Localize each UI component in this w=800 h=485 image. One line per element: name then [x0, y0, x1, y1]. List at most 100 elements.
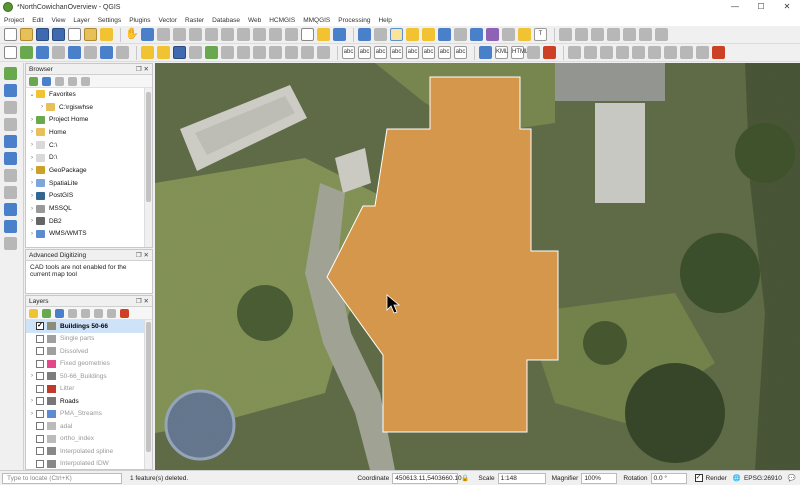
select-by-value-icon[interactable] — [406, 28, 419, 41]
add-postgis-icon[interactable] — [4, 152, 17, 165]
expand-arrow-icon[interactable]: › — [28, 373, 36, 379]
pan-map-icon[interactable]: ✋ — [125, 28, 139, 41]
layer-item[interactable]: › 50-66_Buildings — [26, 370, 152, 383]
browser-item[interactable]: › GeoPackage — [26, 164, 152, 177]
zoom-next-icon[interactable] — [285, 28, 298, 41]
layer-visibility-checkbox[interactable] — [36, 434, 44, 443]
render-checkbox[interactable]: ✓ — [694, 474, 703, 482]
scale-combo[interactable]: 1:148 — [497, 472, 546, 484]
layer-item[interactable]: ortho_index — [26, 433, 152, 446]
menu-web[interactable]: Web — [248, 17, 261, 24]
layer-visibility-checkbox[interactable] — [36, 447, 44, 456]
pan-to-selection-icon[interactable] — [141, 28, 154, 41]
zoom-in-icon[interactable] — [157, 28, 170, 41]
browser-item[interactable]: › WMS/WMTS — [26, 228, 152, 241]
field-calculator-icon[interactable] — [454, 28, 467, 41]
add-polygon-icon[interactable] — [205, 46, 218, 59]
menu-vector[interactable]: Vector — [159, 17, 177, 24]
label-abc-7-icon[interactable]: abc — [438, 46, 451, 59]
expand-arrow-icon[interactable]: › — [28, 206, 36, 212]
delete-selected-icon[interactable] — [237, 46, 250, 59]
menu-edit[interactable]: Edit — [32, 17, 43, 24]
add-wcs-layer-icon[interactable] — [4, 220, 17, 233]
save-project-icon[interactable] — [36, 28, 49, 41]
paste-features-icon[interactable] — [285, 46, 298, 59]
advanced-edit-3-icon[interactable] — [600, 46, 613, 59]
redo-icon[interactable] — [317, 46, 330, 59]
current-edits-icon[interactable] — [141, 46, 154, 59]
layer-visibility-checkbox[interactable] — [36, 384, 44, 393]
messages-icon[interactable]: 💬 — [788, 474, 796, 482]
menu-layer[interactable]: Layer — [73, 17, 89, 24]
coordinate-field[interactable]: 450613.11,5403660.10 — [392, 472, 462, 484]
statistics-icon[interactable] — [486, 28, 499, 41]
menu-mmqgis[interactable]: MMQGIS — [303, 17, 330, 24]
layer-item[interactable]: adal — [26, 420, 152, 433]
rotate-label-icon[interactable] — [623, 28, 636, 41]
layer-item[interactable]: ✓ Buildings 50-66 — [26, 320, 152, 333]
advanced-edit-7-icon[interactable] — [664, 46, 677, 59]
panel-float-close-icon[interactable]: ❐ ✕ — [136, 65, 149, 73]
text-annotation-icon[interactable]: T — [534, 28, 547, 41]
expand-arrow-icon[interactable]: › — [28, 398, 36, 404]
label-abc-icon[interactable]: abc — [342, 46, 355, 59]
menu-project[interactable]: Project — [4, 17, 24, 24]
rotation-spinbox[interactable]: 0.0 ° — [650, 472, 687, 484]
filter-legend-icon[interactable] — [68, 308, 77, 318]
advanced-edit-2-icon[interactable] — [584, 46, 597, 59]
add-wms-layer-icon[interactable] — [4, 203, 17, 216]
layer-item[interactable]: Fixed geometries — [26, 358, 152, 371]
add-wfs-layer-icon[interactable] — [4, 237, 17, 250]
expand-arrow-icon[interactable]: › — [28, 218, 36, 224]
crs-label[interactable]: EPSG:26910 — [744, 475, 782, 482]
open-layer-styling-icon[interactable] — [29, 308, 38, 318]
menu-database[interactable]: Database — [212, 17, 240, 24]
digitize-with-segment-icon[interactable] — [189, 46, 202, 59]
new-layer-icon[interactable] — [4, 46, 17, 59]
new-project-icon[interactable] — [4, 28, 17, 41]
layer-item[interactable]: › PMA_Streams — [26, 408, 152, 421]
expand-arrow-icon[interactable]: › — [28, 180, 36, 186]
map-canvas[interactable] — [155, 63, 800, 470]
label-abc-4-icon[interactable]: abc — [390, 46, 403, 59]
filter-browser-icon[interactable] — [55, 76, 64, 86]
browser-item[interactable]: › C:\rgiswhse — [26, 101, 152, 114]
add-mesh-layer-icon[interactable] — [4, 101, 17, 114]
zoom-native-icon[interactable] — [253, 28, 266, 41]
expand-arrow-icon[interactable]: › — [28, 411, 36, 417]
select-features-icon[interactable] — [390, 28, 403, 41]
menu-raster[interactable]: Raster — [185, 17, 204, 24]
plugin-tool-icon[interactable] — [527, 46, 540, 59]
remove-layer-icon[interactable] — [120, 308, 129, 318]
deselect-icon[interactable] — [422, 28, 435, 41]
filter-by-expression-icon[interactable] — [81, 308, 90, 318]
html-icon[interactable]: HTML — [511, 46, 528, 59]
zoom-out-icon[interactable] — [173, 28, 186, 41]
expand-arrow-icon[interactable]: › — [28, 231, 36, 237]
label-abc-5-icon[interactable]: abc — [406, 46, 419, 59]
processing-toolbox-icon[interactable] — [470, 28, 483, 41]
style-manager-icon[interactable] — [100, 28, 113, 41]
layers-scrollbar[interactable] — [144, 320, 152, 469]
change-label-icon[interactable] — [639, 28, 652, 41]
layer-visibility-checkbox[interactable] — [36, 409, 44, 418]
expand-arrow-icon[interactable]: › — [28, 142, 36, 148]
menu-help[interactable]: Help — [378, 17, 391, 24]
browser-item[interactable]: ⌄ Favorites — [26, 88, 152, 101]
expand-arrow-icon[interactable]: › — [28, 167, 36, 173]
add-oracle-icon[interactable] — [4, 186, 17, 199]
zoom-to-selection-icon[interactable] — [221, 28, 234, 41]
label-abc-3-icon[interactable]: abc — [374, 46, 387, 59]
minimize-button[interactable]: — — [722, 0, 748, 14]
add-database-icon[interactable] — [68, 46, 81, 59]
maximize-button[interactable]: ☐ — [748, 0, 774, 14]
layer-item[interactable]: Dissolved — [26, 345, 152, 358]
undo-icon[interactable] — [301, 46, 314, 59]
record-icon[interactable] — [712, 46, 725, 59]
refresh-icon[interactable] — [333, 28, 346, 41]
add-vector-layer-icon[interactable] — [4, 67, 17, 80]
expand-arrow-icon[interactable]: › — [38, 104, 46, 110]
python-console-icon[interactable] — [479, 46, 492, 59]
browser-item[interactable]: › Project Home — [26, 113, 152, 126]
layer-item[interactable]: Litter — [26, 383, 152, 396]
